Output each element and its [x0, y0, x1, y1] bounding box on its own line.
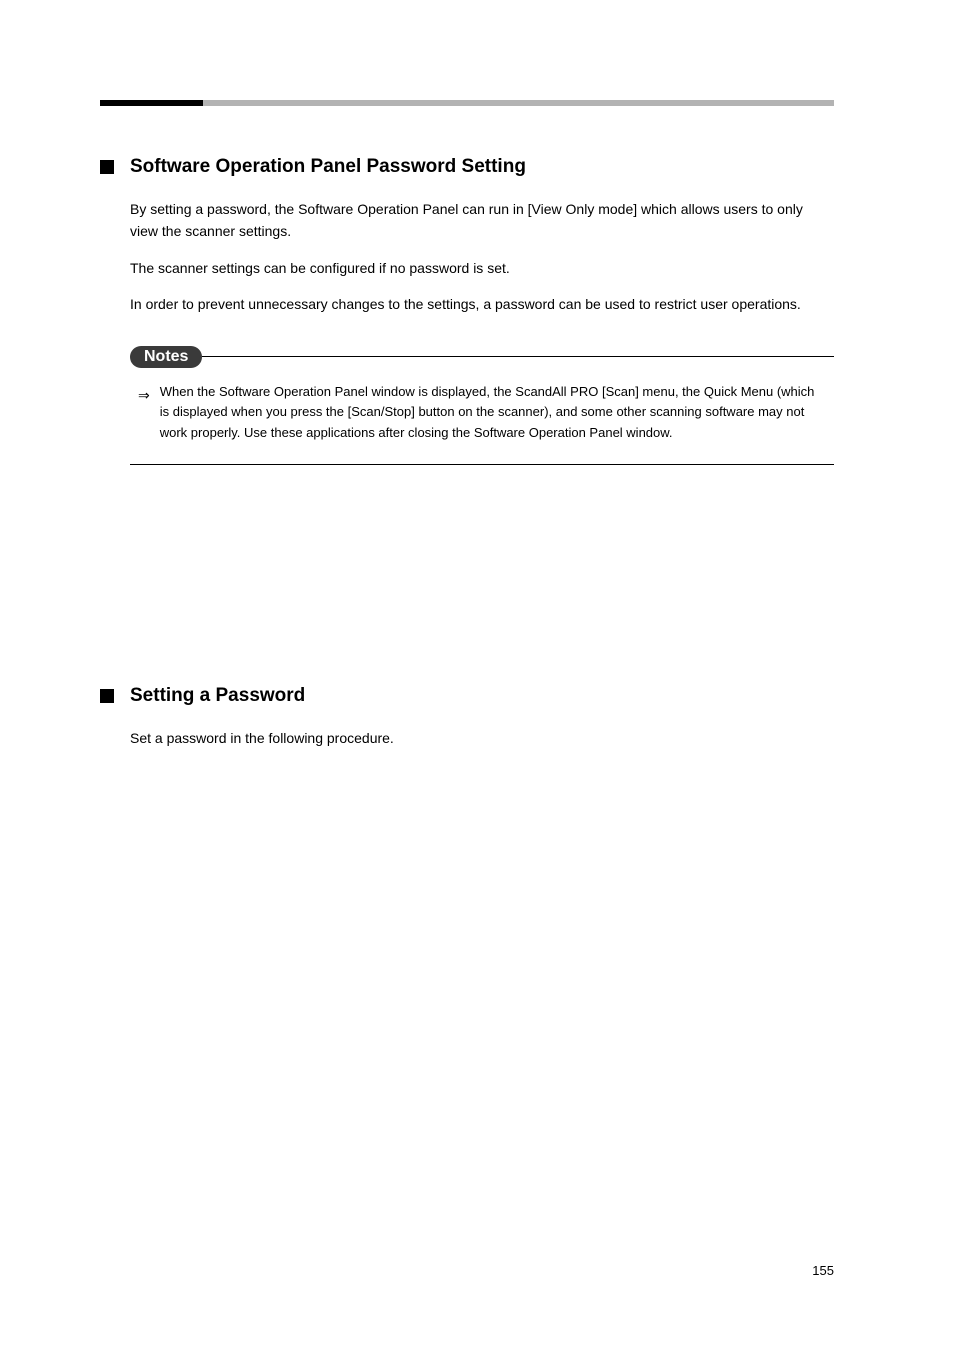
notes-box: Notes ⇒ When the Software Operation Pane…: [130, 346, 834, 465]
square-bullet-icon: [100, 160, 114, 174]
section-1: Software Operation Panel Password Settin…: [100, 156, 834, 178]
arrow-icon: ⇒: [138, 384, 150, 406]
paragraph: In order to prevent unnecessary changes …: [130, 293, 834, 315]
rule-light: [203, 100, 834, 106]
notes-content: ⇒ When the Software Operation Panel wind…: [130, 368, 834, 464]
notes-header: Notes: [130, 346, 834, 368]
notes-line-top: [202, 356, 834, 357]
header-rule: [100, 100, 834, 106]
section-title-1: Software Operation Panel Password Settin…: [130, 156, 526, 178]
paragraph: By setting a password, the Software Oper…: [130, 198, 834, 243]
paragraph: Set a password in the following procedur…: [130, 727, 834, 749]
section-title-2: Setting a Password: [130, 685, 305, 707]
notes-pill: Notes: [130, 346, 202, 368]
paragraph: The scanner settings can be configured i…: [130, 257, 834, 279]
section-1-body: By setting a password, the Software Oper…: [130, 198, 834, 316]
notes-line-bottom: [130, 464, 834, 465]
page-number: 155: [812, 1263, 834, 1278]
square-bullet-icon: [100, 689, 114, 703]
section-2-body: Set a password in the following procedur…: [130, 727, 834, 749]
section-2: Setting a Password: [100, 685, 834, 707]
rule-dark: [100, 100, 203, 106]
notes-text: When the Software Operation Panel window…: [160, 382, 826, 444]
